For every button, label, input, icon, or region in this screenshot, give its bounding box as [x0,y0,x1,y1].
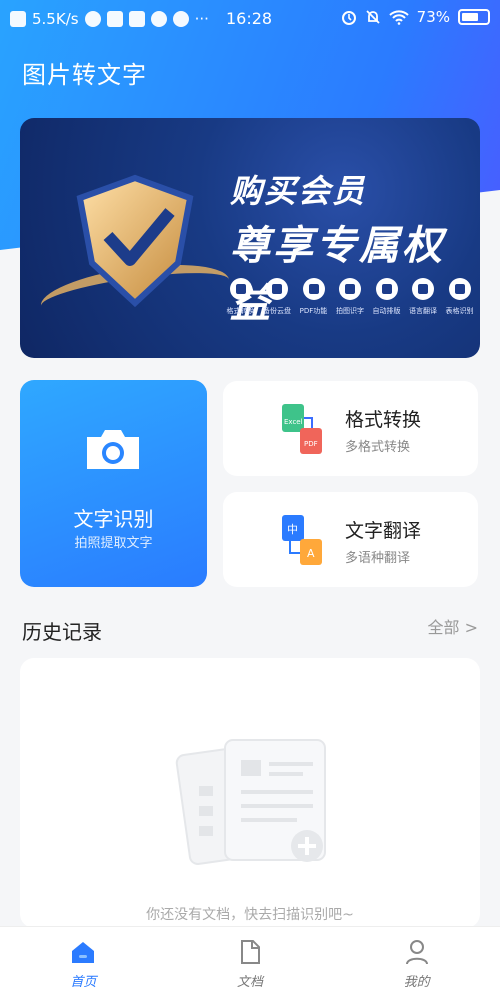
shield-icon [128,11,145,27]
browser-icon [172,11,189,27]
camera-icon [87,430,139,469]
tab-home[interactable]: 首页 [0,927,167,1000]
wifi-icon [388,10,409,25]
empty-documents-icon [175,739,326,865]
translate-card[interactable]: 中 A 文字翻译 多语种翻译 [223,492,478,587]
app-title: 图片转文字 [22,61,147,89]
vip-badge-icon [76,174,194,308]
format-convert-subtitle: 多格式转换 [345,440,411,455]
alarm-icon [341,11,356,25]
pdf-icon [302,278,325,300]
excel-to-pdf-icon: Excel PDF [282,404,322,454]
format-convert-card[interactable]: Excel PDF 格式转换 多格式转换 [223,381,478,476]
table-icon [448,278,471,300]
perk-item: 自动排版 [371,278,402,316]
network-speed: 5.5K/s [32,10,79,28]
translate-icon [412,278,434,300]
format-convert-title: 格式转换 [345,409,422,431]
tab-home-label: 首页 [70,975,97,990]
mute-icon [366,10,380,24]
battery-icon [458,9,490,25]
view-all-link[interactable]: 全部 > [428,614,479,638]
history-empty-card: 你还没有文档，快去扫描识别吧~ [20,658,480,928]
app-notification-icon [10,11,26,27]
battery-percent: 73% [416,8,450,26]
banner-headline: 购买会员 [230,172,367,210]
tab-profile[interactable]: 我的 [333,927,500,1000]
photo-text-icon [339,278,361,300]
layout-icon [375,278,398,300]
home-icon [72,942,95,963]
tab-documents[interactable]: 文档 [167,927,334,1000]
perk-item: 表格识别 [444,278,475,316]
perk-list: 格式转换 备份云盘 PDF功能 拍图识字 自动排版 语言翻译 表格识别 [225,278,475,316]
status-bar: 5.5K/s ··· 16:28 73% [0,0,500,38]
svg-text:A: A [307,547,315,560]
more-notifications: ··· [194,10,209,28]
svg-text:PDF: PDF [304,440,318,448]
profile-icon [405,940,428,965]
vip-banner[interactable]: 购买会员 尊享专属权益 格式转换 备份云盘 PDF功能 拍图识字 自动排版 语言… [20,118,480,358]
translate-icon: 中 A [282,515,322,565]
tab-documents-label: 文档 [237,975,264,990]
bottom-tab-bar: 首页 文档 我的 [0,926,500,1000]
perk-item: 备份云盘 [262,278,293,316]
document-icon [241,940,260,964]
perk-item: 格式转换 [225,278,256,316]
perk-item: 语言翻译 [408,278,439,316]
svg-text:中: 中 [287,523,298,536]
diamond-icon [229,278,252,300]
wechat-icon [84,11,101,27]
cloud-upload-icon [266,278,288,300]
ocr-subtitle: 拍照提取文字 [74,536,153,551]
perk-item: PDF功能 [298,278,329,316]
ocr-title: 文字识别 [73,507,154,531]
cat-icon [150,11,167,27]
empty-state-text: 你还没有文档，快去扫描识别吧~ [146,907,354,923]
ocr-card[interactable]: 文字识别 拍照提取文字 [20,380,207,587]
mail-icon [106,11,123,27]
history-title: 历史记录 [22,620,102,644]
tab-profile-label: 我的 [403,975,430,990]
perk-item: 拍图识字 [335,278,366,316]
clock: 16:28 [226,9,273,28]
svg-text:Excel: Excel [284,418,303,426]
translate-subtitle: 多语种翻译 [345,551,411,566]
translate-title: 文字翻译 [345,520,422,542]
